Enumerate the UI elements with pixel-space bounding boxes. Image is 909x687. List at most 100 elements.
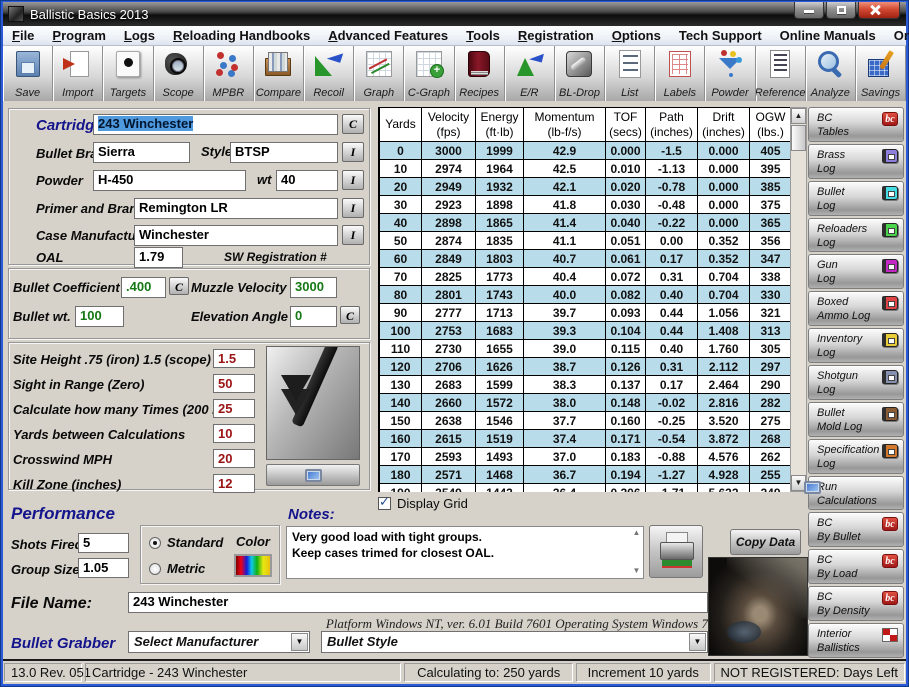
- group-size-input[interactable]: 1.05: [78, 558, 129, 578]
- close-button[interactable]: [858, 2, 900, 19]
- sidebar-button[interactable]: ShotgunLog: [808, 365, 904, 400]
- setting-input[interactable]: 50: [213, 374, 255, 393]
- menu-item[interactable]: Registration: [509, 27, 603, 44]
- menu-item[interactable]: Program: [43, 27, 114, 44]
- sidebar-button[interactable]: GunLog: [808, 254, 904, 289]
- bullet-style-input[interactable]: BTSP: [230, 142, 338, 163]
- toolbar-button[interactable]: C-Graph: [404, 46, 454, 101]
- toolbar-button[interactable]: Scope: [154, 46, 204, 101]
- metric-radio[interactable]: Metric: [149, 560, 205, 578]
- file-name-input[interactable]: 243 Winchester: [128, 592, 708, 613]
- toolbar-button[interactable]: Savings: [856, 46, 906, 101]
- setting-input[interactable]: 12: [213, 474, 255, 493]
- table-row: 1602615 151937.4 0.171-0.54 3.872268: [380, 430, 791, 448]
- menu-item[interactable]: Logs: [115, 27, 164, 44]
- setting-input[interactable]: 25: [213, 399, 255, 418]
- setting-input[interactable]: 10: [213, 424, 255, 443]
- toolbar-button[interactable]: Recoil: [304, 46, 354, 101]
- display-grid-checkbox[interactable]: [378, 497, 391, 510]
- sidebar-button[interactable]: BCBy Load: [808, 549, 904, 584]
- toolbar-button[interactable]: BL-Drop: [555, 46, 605, 101]
- menu-item[interactable]: Online Suppliers: [885, 27, 909, 44]
- menu-item[interactable]: File: [3, 27, 43, 44]
- toolbar-button[interactable]: Labels: [655, 46, 705, 101]
- menu-item[interactable]: Reloading Handbooks: [164, 27, 319, 44]
- toolbar-button[interactable]: E/R: [505, 46, 555, 101]
- menu-item[interactable]: Online Manuals: [771, 27, 885, 44]
- manufacturer-dropdown[interactable]: Select Manufacturer ▼: [128, 631, 310, 653]
- standard-radio[interactable]: Standard: [149, 534, 223, 552]
- minimize-button[interactable]: [794, 2, 824, 19]
- sidebar-button-line1: Bullet: [817, 407, 845, 419]
- cartridge-c-button[interactable]: C: [342, 114, 364, 134]
- sidebar-button[interactable]: SpecificationLog: [808, 439, 904, 474]
- shots-fired-input[interactable]: 5: [78, 533, 129, 553]
- powder-info-button[interactable]: I: [342, 170, 364, 190]
- notes-scroll-arrows[interactable]: ▲▼: [631, 528, 642, 575]
- setting-input[interactable]: 20: [213, 449, 255, 468]
- sidebar-button[interactable]: BulletLog: [808, 181, 904, 216]
- notes-scroll-down-icon[interactable]: ▼: [631, 566, 642, 575]
- sidebar-button[interactable]: BrassLog: [808, 144, 904, 179]
- toolbar-button[interactable]: Import: [53, 46, 103, 101]
- elevation-c-button[interactable]: C: [340, 306, 360, 324]
- sidebar-button[interactable]: BulletMold Log: [808, 402, 904, 437]
- sidebar-button[interactable]: BoxedAmmo Log: [808, 291, 904, 326]
- sidebar-button[interactable]: ReloadersLog: [808, 218, 904, 253]
- primer-info-button[interactable]: I: [342, 198, 364, 218]
- toolbar-button[interactable]: Compare: [254, 46, 304, 101]
- bullet-style-dropdown[interactable]: Bullet Style ▼: [321, 631, 708, 653]
- sidebar-button[interactable]: BCTables: [808, 107, 904, 142]
- bullet-brand-input[interactable]: Sierra: [93, 142, 190, 163]
- table-row: 602849 180340.7 0.0610.17 0.352347: [380, 250, 791, 268]
- bullet-wt-input[interactable]: 100: [75, 306, 124, 327]
- menu-item[interactable]: Tech Support: [670, 27, 771, 44]
- print-button[interactable]: [649, 525, 703, 578]
- toolbar-button[interactable]: Save: [3, 46, 53, 101]
- toolbar-button[interactable]: MPBR: [204, 46, 254, 101]
- sidebar-button[interactable]: InteriorBallistics: [808, 623, 904, 658]
- bullet-coefficient-input[interactable]: .400: [121, 277, 166, 298]
- manufacturer-dropdown-arrow-icon[interactable]: ▼: [291, 633, 308, 651]
- color-picker-button[interactable]: [234, 554, 272, 577]
- powder-input[interactable]: H-450: [93, 170, 246, 191]
- bullet-info-button[interactable]: I: [342, 142, 364, 162]
- cartridge-input[interactable]: 243 Winchester: [93, 114, 338, 135]
- title-bar: Ballistic Basics 2013: [3, 2, 906, 26]
- elevation-angle-input[interactable]: 0: [290, 306, 337, 327]
- notes-scroll-up-icon[interactable]: ▲: [631, 528, 642, 537]
- toolbar-button[interactable]: Recipes: [455, 46, 505, 101]
- case-info-button[interactable]: I: [342, 225, 364, 245]
- coefficient-c-button[interactable]: C: [169, 277, 189, 295]
- copy-data-button[interactable]: Copy Data: [730, 529, 801, 555]
- toolbar-button[interactable]: List: [605, 46, 655, 101]
- sidebar-button[interactable]: InventoryLog: [808, 328, 904, 363]
- scroll-up-button[interactable]: ▲: [791, 108, 806, 124]
- metric-radio-circle[interactable]: [149, 563, 161, 575]
- standard-radio-circle[interactable]: [149, 537, 161, 549]
- toolbar-button[interactable]: Powder: [705, 46, 755, 101]
- sidebar-button[interactable]: BCBy Bullet: [808, 512, 904, 547]
- sidebar-button[interactable]: RunCalculations: [808, 476, 904, 511]
- muzzle-velocity-input[interactable]: 3000: [290, 277, 337, 298]
- case-input[interactable]: Winchester: [134, 225, 338, 246]
- sidebar-button[interactable]: BCBy Density: [808, 586, 904, 621]
- powder-wt-input[interactable]: 40: [276, 170, 338, 191]
- printer-icon: [660, 532, 692, 568]
- toolbar-button[interactable]: Analyze: [806, 46, 856, 101]
- table-scrollbar[interactable]: ▲ ▼: [790, 107, 807, 492]
- toolbar-button[interactable]: Graph: [354, 46, 404, 101]
- toolbar-button[interactable]: Targets: [103, 46, 153, 101]
- notes-textarea[interactable]: Very good load with tight groups. Keep c…: [286, 526, 644, 579]
- toolbar-button[interactable]: Reference: [756, 46, 806, 101]
- oal-input[interactable]: 1.79: [134, 247, 183, 268]
- menu-item[interactable]: Tools: [457, 27, 509, 44]
- kill-zone-tool-button[interactable]: [266, 464, 360, 486]
- primer-input[interactable]: Remington LR: [134, 198, 338, 219]
- menu-item[interactable]: Advanced Features: [319, 27, 457, 44]
- scroll-thumb[interactable]: [791, 125, 806, 151]
- setting-input[interactable]: 1.5: [213, 349, 255, 368]
- bullet-style-dropdown-arrow-icon[interactable]: ▼: [689, 633, 706, 651]
- menu-item[interactable]: Options: [603, 27, 670, 44]
- maximize-button[interactable]: [826, 2, 856, 19]
